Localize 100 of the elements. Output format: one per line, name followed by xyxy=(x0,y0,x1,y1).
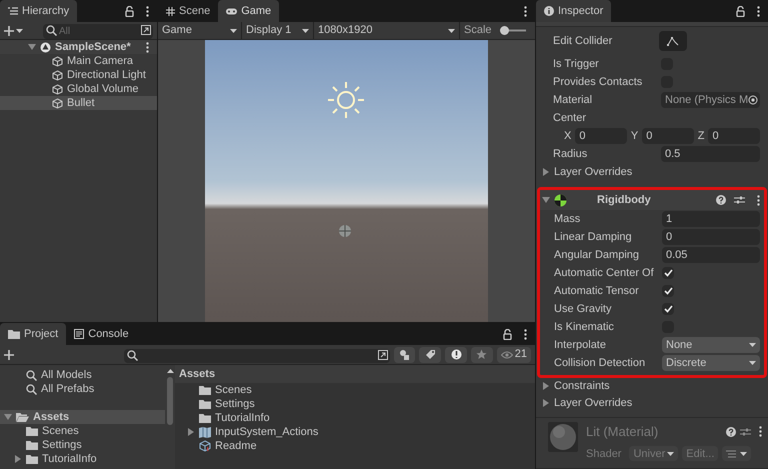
folder-icon xyxy=(26,454,38,464)
field-label: Material xyxy=(553,92,594,108)
cube-icon xyxy=(52,56,63,66)
console-icon xyxy=(74,329,84,339)
add-button[interactable] xyxy=(4,350,14,360)
tree-item[interactable]: Assets xyxy=(0,410,165,424)
warning-icon xyxy=(450,349,462,360)
dropdown[interactable]: None xyxy=(662,337,760,353)
collapsed-arrow-icon xyxy=(14,455,22,463)
search-field[interactable]: All xyxy=(43,24,153,39)
favorite-item[interactable]: All Prefabs xyxy=(0,382,165,396)
number-field[interactable]: 0 xyxy=(642,128,694,144)
tree-item[interactable]: Settings xyxy=(0,438,165,452)
cube-icon xyxy=(199,440,211,452)
plus-icon xyxy=(4,350,14,360)
hierarchy-item[interactable]: Global Volume xyxy=(0,82,157,96)
search-field[interactable] xyxy=(124,348,390,363)
caret-icon xyxy=(749,343,756,347)
checkbox[interactable] xyxy=(662,285,674,297)
breadcrumb[interactable]: Assets xyxy=(175,365,535,383)
plus-icon xyxy=(4,26,14,36)
caret-icon xyxy=(230,28,237,32)
list-menu-button[interactable] xyxy=(722,446,752,462)
field-label: Mass xyxy=(554,212,582,227)
hierarchy-item[interactable]: Bullet xyxy=(0,96,157,110)
number-field[interactable]: 0 xyxy=(662,229,760,245)
favorite-item[interactable]: All Models xyxy=(0,368,165,382)
hierarchy-item[interactable]: Directional Light xyxy=(0,68,157,82)
folder-icon xyxy=(8,329,20,339)
file-item[interactable]: TutorialInfo xyxy=(175,411,535,425)
sphere-preview-icon xyxy=(548,422,578,452)
scene-row[interactable]: SampleScene* xyxy=(0,40,157,54)
number-field[interactable]: 1 xyxy=(662,211,760,227)
panel-tab[interactable]: Console xyxy=(66,323,137,345)
component-header[interactable]: Rigidbody xyxy=(540,190,764,210)
filter-type-button[interactable] xyxy=(394,346,416,362)
hierarchy-item[interactable]: Main Camera xyxy=(0,54,157,68)
help-icon xyxy=(726,426,736,437)
number-field[interactable]: 0 xyxy=(575,128,627,144)
tag-icon xyxy=(424,349,436,360)
unity-logo-icon xyxy=(40,42,51,52)
warning-button[interactable] xyxy=(445,346,467,362)
dropdown[interactable]: Discrete xyxy=(662,355,760,371)
more-icon xyxy=(757,6,760,16)
field-label: Automatic Center Of xyxy=(554,266,655,281)
field-label: Edit Collider xyxy=(553,34,614,49)
object-field[interactable]: None (Physics M xyxy=(661,92,760,108)
add-button[interactable] xyxy=(4,26,23,36)
sphere-icon xyxy=(338,224,352,238)
slider-icon xyxy=(500,26,526,35)
file-item[interactable]: Scenes xyxy=(175,383,535,397)
number-field[interactable]: 0.05 xyxy=(662,247,760,263)
panel-tab[interactable]: Project xyxy=(0,323,66,345)
tree-item[interactable]: Scenes xyxy=(0,424,165,438)
open-folder-icon xyxy=(16,412,29,422)
lock-icon xyxy=(503,328,512,340)
field-label: Is Trigger xyxy=(553,56,600,72)
check-icon xyxy=(664,287,672,295)
more-icon xyxy=(759,426,762,438)
caret-icon xyxy=(749,361,756,365)
filter-type-icon xyxy=(398,349,410,360)
file-item[interactable]: Readme xyxy=(175,439,535,453)
number-field[interactable]: 0 xyxy=(708,128,760,144)
caret-icon xyxy=(448,28,455,32)
folder-icon xyxy=(26,440,38,450)
checkbox[interactable] xyxy=(662,303,674,315)
folder-icon xyxy=(199,413,211,423)
help-icon xyxy=(716,195,726,205)
hierarchy-tab[interactable]: Hierarchy xyxy=(0,0,78,22)
foldout[interactable]: Layer Overrides xyxy=(542,164,632,180)
file-item[interactable]: Settings xyxy=(175,397,535,411)
foldout[interactable]: Constraints xyxy=(542,378,610,394)
axis-label: Y xyxy=(630,128,638,144)
info-icon xyxy=(544,6,554,16)
sliders-icon xyxy=(734,195,745,205)
expanded-arrow-icon xyxy=(4,413,12,421)
cube-icon xyxy=(52,70,63,80)
map-icon xyxy=(199,426,211,438)
checkbox[interactable] xyxy=(662,267,674,279)
foldout[interactable]: Layer Overrides xyxy=(542,394,632,411)
field-label: Interpolate xyxy=(554,338,607,353)
grid-icon xyxy=(166,6,175,16)
expanded-arrow-icon xyxy=(28,43,36,51)
scrollbar-thumb[interactable] xyxy=(167,377,173,425)
field-label: Use Gravity xyxy=(554,302,612,317)
star-button[interactable] xyxy=(470,346,493,362)
tag-button[interactable] xyxy=(419,346,442,362)
field-label: Provides Contacts xyxy=(553,74,644,90)
number-field[interactable]: 0.5 xyxy=(661,146,760,162)
inspector-tab[interactable]: Inspector xyxy=(536,0,612,22)
cube-icon xyxy=(52,98,63,108)
target-icon xyxy=(748,95,758,105)
file-item[interactable]: InputSystem_Actions xyxy=(175,425,535,439)
more-icon xyxy=(524,6,527,16)
view-tab[interactable]: Scene xyxy=(158,0,218,22)
tree-item[interactable]: TutorialInfo xyxy=(0,452,165,466)
hidden-count-button[interactable]: 21 xyxy=(496,346,531,362)
edit-collider-button[interactable] xyxy=(659,31,687,51)
field-label: Is Kinematic xyxy=(554,320,615,335)
view-tab[interactable]: Game xyxy=(218,0,280,22)
